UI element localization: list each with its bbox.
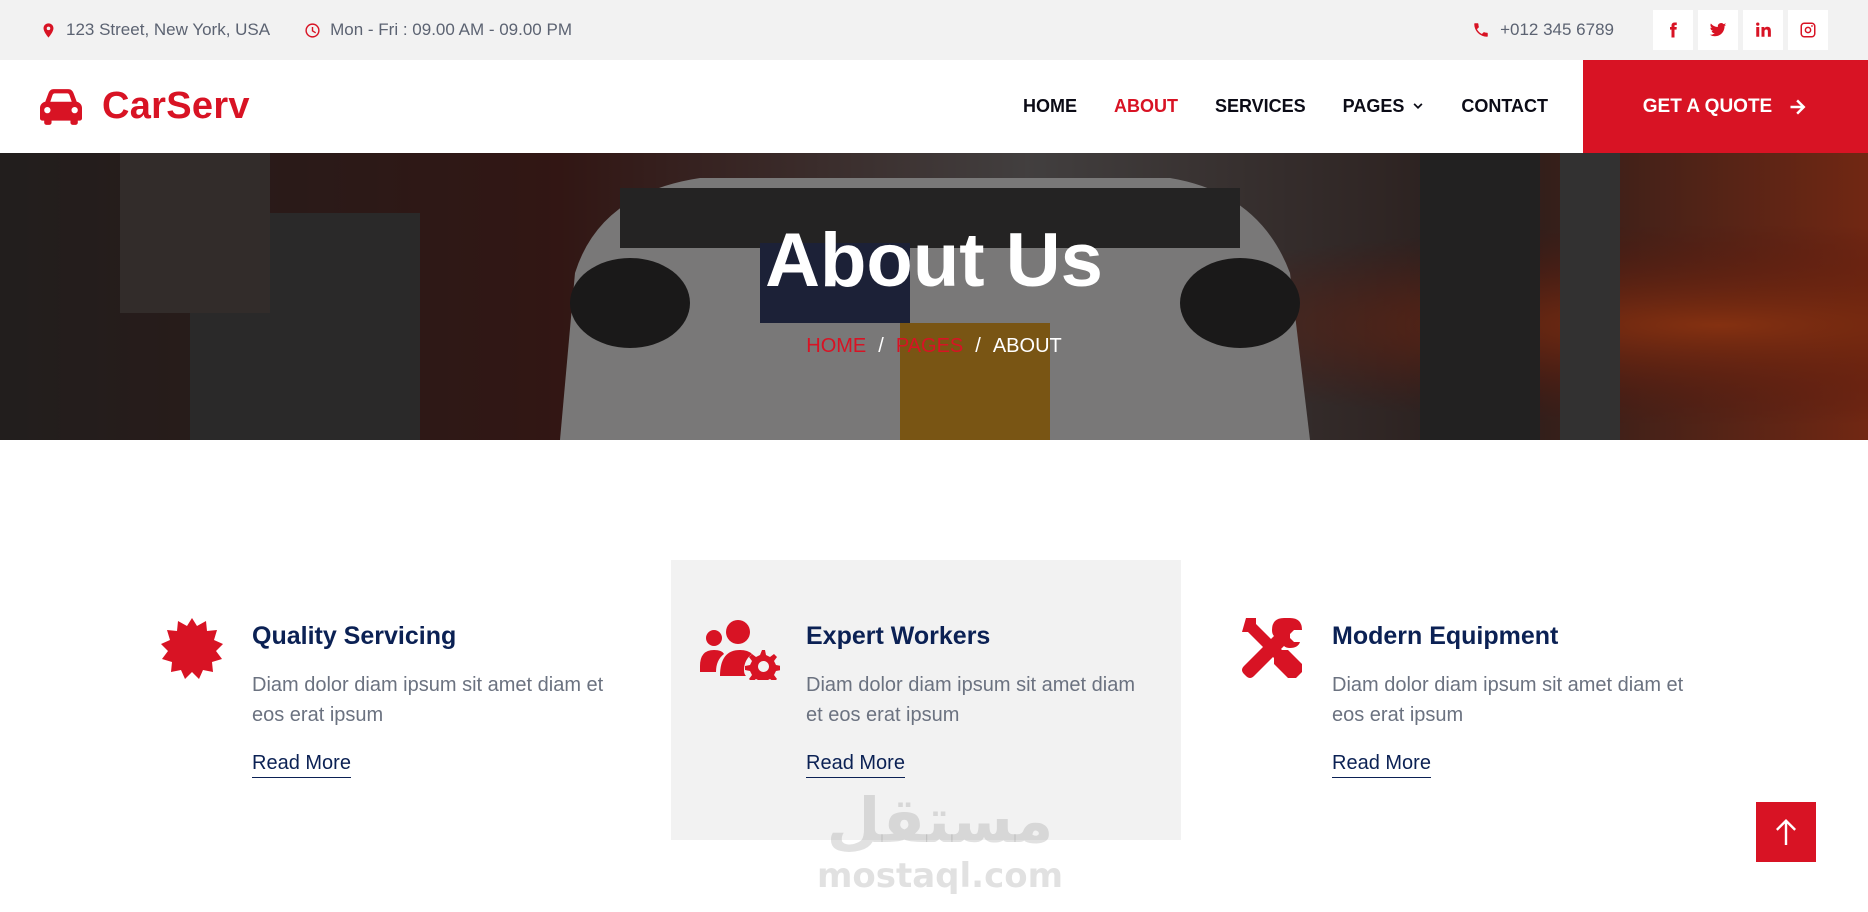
nav-about-label: ABOUT	[1113, 96, 1178, 116]
topbar-phone[interactable]: +012 345 6789	[1472, 20, 1614, 40]
page-header-hero: About Us HOME / PAGES / ABOUT	[0, 153, 1868, 440]
instagram-button[interactable]	[1788, 10, 1828, 50]
brand-logo[interactable]: CarServ	[40, 60, 250, 153]
nav-home-label: HOME	[1022, 96, 1077, 116]
topbar-left: 123 Street, New York, USA Mon - Fri : 09…	[40, 20, 606, 40]
hours-text: Mon - Fri : 09.00 AM - 09.00 PM	[330, 20, 572, 39]
nav-services-label: SERVICES	[1214, 96, 1306, 116]
twitter-icon	[1709, 23, 1727, 37]
phone-text: +012 345 6789	[1500, 20, 1614, 39]
certificate-icon	[161, 618, 223, 679]
feature-description: Diam dolor diam ipsum sit amet diam et e…	[252, 674, 604, 726]
watermark-latin: mostaql.com	[816, 856, 1064, 896]
nav-pages-dropdown[interactable]: PAGES	[1343, 96, 1425, 117]
feature-title: Modern Equipment	[1332, 622, 1559, 650]
map-marker-icon	[43, 22, 54, 38]
breadcrumb-separator: /	[878, 335, 884, 357]
nav-about[interactable]: ABOUT	[1114, 96, 1178, 117]
facebook-icon	[1670, 22, 1677, 38]
feature-icon-wrapper	[700, 616, 781, 686]
users-cog-icon	[700, 620, 781, 686]
linkedin-icon	[1756, 22, 1771, 37]
nav-links: HOME ABOUT SERVICES PAGES CONTACT	[986, 60, 1548, 153]
topbar-hours: Mon - Fri : 09.00 AM - 09.00 PM	[304, 20, 572, 40]
chevron-down-icon	[1413, 102, 1423, 109]
feature-description: Diam dolor diam ipsum sit amet diam et e…	[1332, 674, 1684, 726]
nav-home[interactable]: HOME	[1023, 96, 1077, 117]
page-title: About Us	[765, 218, 1103, 303]
brand-name: CarServ	[102, 85, 250, 127]
read-more-link[interactable]: Read More	[252, 752, 351, 778]
read-more-link[interactable]: Read More	[1332, 752, 1431, 778]
arrow-up-icon	[1776, 819, 1796, 845]
linkedin-button[interactable]	[1743, 10, 1783, 50]
phone-icon	[1474, 23, 1488, 37]
breadcrumb-current: ABOUT	[992, 335, 1062, 357]
social-links	[1648, 10, 1828, 50]
topbar-right: +012 345 6789	[1472, 10, 1828, 50]
arrow-right-icon	[1790, 99, 1806, 114]
nav-services[interactable]: SERVICES	[1215, 96, 1306, 117]
nav-contact-label: CONTACT	[1461, 96, 1548, 116]
back-to-top-button[interactable]	[1756, 802, 1816, 862]
tools-icon	[1242, 618, 1302, 678]
breadcrumb: HOME / PAGES / ABOUT	[0, 335, 1868, 358]
nav-contact[interactable]: CONTACT	[1461, 96, 1548, 117]
topbar-address: 123 Street, New York, USA	[40, 20, 270, 40]
feature-icon-wrapper	[160, 616, 224, 680]
instagram-icon	[1800, 22, 1816, 38]
breadcrumb-pages[interactable]: PAGES	[896, 335, 963, 358]
car-icon	[40, 88, 82, 125]
nav-pages-label: PAGES	[1342, 96, 1405, 116]
facebook-button[interactable]	[1653, 10, 1693, 50]
topbar: 123 Street, New York, USA Mon - Fri : 09…	[0, 0, 1868, 60]
breadcrumb-separator: /	[975, 335, 981, 357]
navbar: CarServ HOME ABOUT SERVICES PAGES CONTAC…	[0, 60, 1868, 153]
breadcrumb-home[interactable]: HOME	[806, 335, 866, 358]
get-quote-button[interactable]: GET A QUOTE	[1583, 60, 1868, 153]
address-text: 123 Street, New York, USA	[66, 20, 271, 39]
watermark-arabic: مستقل	[826, 784, 1054, 857]
feature-icon-wrapper	[1240, 616, 1304, 680]
read-more-link[interactable]: Read More	[806, 752, 905, 778]
twitter-button[interactable]	[1698, 10, 1738, 50]
watermark: مستقل mostaql.com	[790, 784, 1090, 897]
feature-title: Quality Servicing	[252, 622, 457, 650]
feature-title: Expert Workers	[806, 622, 991, 650]
get-quote-label: GET A QUOTE	[1642, 95, 1773, 117]
feature-description: Diam dolor diam ipsum sit amet diam et e…	[806, 674, 1135, 726]
clock-icon	[305, 22, 320, 38]
